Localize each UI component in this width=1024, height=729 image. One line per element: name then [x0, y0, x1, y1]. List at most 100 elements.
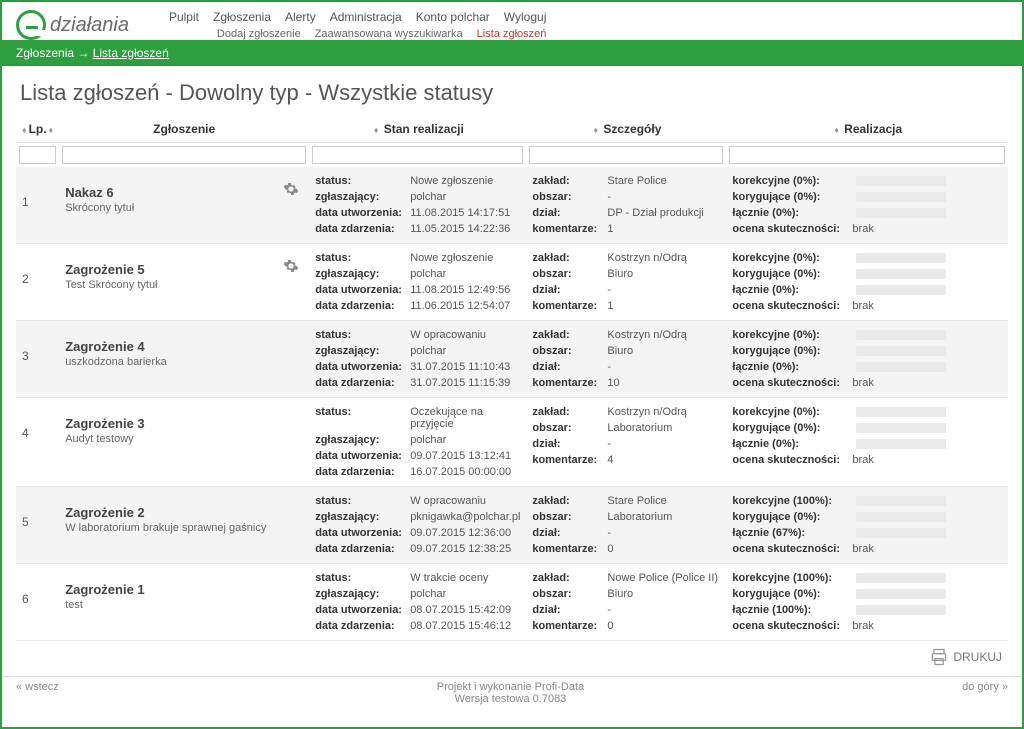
row-status-cell: status:Nowe zgłoszenie zgłaszający:polch…: [309, 244, 526, 321]
row-progress-cell: korekcyjne (100%): korygujące (0%): łącz…: [726, 487, 1008, 564]
issue-title: Zagrożenie 5: [65, 262, 303, 277]
progress-bar: [856, 285, 946, 295]
nav-wyloguj[interactable]: Wyloguj: [504, 10, 547, 24]
progress-bar: [856, 176, 946, 186]
row-status-cell: status:W opracowaniu zgłaszający:polchar…: [309, 321, 526, 398]
footer-actions: DRUKUJ: [2, 641, 1022, 676]
print-button[interactable]: DRUKUJ: [929, 647, 1002, 667]
up-link[interactable]: do góry »: [962, 681, 1008, 705]
gear-icon[interactable]: [283, 258, 299, 277]
col-stan[interactable]: ♦ Stan realizacji: [309, 116, 526, 143]
progress-bar: [856, 346, 946, 356]
logo-icon: [16, 10, 46, 40]
subnav-item[interactable]: Dodaj zgłoszenie: [217, 28, 301, 40]
table-wrap: ♦Lp.♦ Zgłoszenie ♦ Stan realizacji ♦ Szc…: [2, 116, 1022, 641]
progress-bar: [856, 512, 946, 522]
nav-alerty[interactable]: Alerty: [285, 10, 316, 24]
col-zgloszenie[interactable]: Zgłoszenie: [59, 116, 309, 143]
progress-bar: [856, 269, 946, 279]
nav-zgłoszenia[interactable]: Zgłoszenia: [213, 10, 271, 24]
subnav-item[interactable]: Lista zgłoszeń: [477, 28, 547, 40]
progress-bar: [856, 605, 946, 615]
issue-subtitle: Skrócony tytuł: [65, 202, 303, 214]
logo-text: działania: [50, 14, 129, 37]
progress-bar: [856, 589, 946, 599]
progress-bar: [856, 253, 946, 263]
row-title-cell: Zagrożenie 1 test: [59, 564, 309, 641]
breadcrumb-arrow: →: [77, 46, 89, 60]
row-lp: 5: [16, 487, 59, 564]
row-title-cell: Zagrożenie 3 Audyt testowy: [59, 398, 309, 487]
footer-center: Projekt i wykonanie Profi-DataWersja tes…: [59, 681, 962, 705]
table-row[interactable]: 1 Nakaz 6 Skrócony tytuł status:Nowe zgł…: [16, 167, 1008, 244]
row-status-cell: status:W opracowaniu zgłaszający:pknigaw…: [309, 487, 526, 564]
col-realizacja[interactable]: ♦ Realizacja: [726, 116, 1008, 143]
row-lp: 4: [16, 398, 59, 487]
issue-title: Zagrożenie 2: [65, 505, 303, 520]
back-link[interactable]: « wstecz: [16, 681, 59, 705]
progress-bar: [856, 192, 946, 202]
issue-subtitle: Test Skrócony tytuł: [65, 279, 303, 291]
nav-administracja[interactable]: Administracja: [330, 10, 402, 24]
nav-konto polchar[interactable]: Konto polchar: [416, 10, 490, 24]
breadcrumb-current[interactable]: Lista zgłoszeń: [93, 46, 169, 60]
bottom-bar: « wstecz Projekt i wykonanie Profi-DataW…: [2, 676, 1022, 709]
row-status-cell: status:Nowe zgłoszenie zgłaszający:polch…: [309, 167, 526, 244]
row-details-cell: zakład:Kostrzyn n/Odrą obszar:Biuro dzia…: [526, 321, 726, 398]
filter-row: [16, 143, 1008, 168]
gear-icon[interactable]: [283, 181, 299, 200]
row-lp: 6: [16, 564, 59, 641]
breadcrumb-root: Zgłoszenia: [16, 46, 74, 60]
header: działania Pulpit Zgłoszenia Alerty Administ…: [2, 2, 1022, 40]
row-title-cell: Zagrożenie 2 W laboratorium brakuje spra…: [59, 487, 309, 564]
col-lp[interactable]: ♦Lp.♦: [16, 116, 59, 143]
progress-bar: [856, 330, 946, 340]
nav-pulpit[interactable]: Pulpit: [169, 10, 199, 24]
table-row[interactable]: 6 Zagrożenie 1 test status:W trakcie oce…: [16, 564, 1008, 641]
progress-bar: [856, 423, 946, 433]
row-details-cell: zakład:Stare Police obszar:Laboratorium …: [526, 487, 726, 564]
row-status-cell: status:W trakcie oceny zgłaszający:polch…: [309, 564, 526, 641]
row-lp: 2: [16, 244, 59, 321]
col-szczegoly[interactable]: ♦ Szczegóły: [526, 116, 726, 143]
filter-lp[interactable]: [19, 146, 56, 164]
row-details-cell: zakład:Stare Police obszar:- dział:DP - …: [526, 167, 726, 244]
issue-subtitle: test: [65, 599, 303, 611]
breadcrumb: Zgłoszenia → Lista zgłoszeń: [2, 40, 1022, 66]
page-title: Lista zgłoszeń - Dowolny typ - Wszystkie…: [2, 66, 1022, 116]
progress-bar: [856, 439, 946, 449]
nav-main: Pulpit Zgłoszenia Alerty Administracja Konto…: [169, 10, 546, 24]
row-progress-cell: korekcyjne (0%): korygujące (0%): łączni…: [726, 398, 1008, 487]
header-row: ♦Lp.♦ Zgłoszenie ♦ Stan realizacji ♦ Szc…: [16, 116, 1008, 143]
table-row[interactable]: 2 Zagrożenie 5 Test Skrócony tytuł statu…: [16, 244, 1008, 321]
nav: Pulpit Zgłoszenia Alerty Administracja Konto…: [169, 10, 546, 40]
issue-title: Zagrożenie 1: [65, 582, 303, 597]
table-row[interactable]: 4 Zagrożenie 3 Audyt testowy status:Ocze…: [16, 398, 1008, 487]
issue-subtitle: uszkodzona barierka: [65, 356, 303, 368]
row-details-cell: zakład:Kostrzyn n/Odrą obszar:Biuro dzia…: [526, 244, 726, 321]
issue-subtitle: Audyt testowy: [65, 433, 303, 445]
progress-bar: [856, 528, 946, 538]
progress-bar: [856, 573, 946, 583]
row-title-cell: Zagrożenie 5 Test Skrócony tytuł: [59, 244, 309, 321]
subnav-item[interactable]: Zaawansowana wyszukiwarka: [315, 28, 463, 40]
row-title-cell: Zagrożenie 4 uszkodzona barierka: [59, 321, 309, 398]
row-lp: 1: [16, 167, 59, 244]
filter-zgloszenie[interactable]: [62, 146, 306, 164]
row-details-cell: zakład:Nowe Police (Police II) obszar:Bi…: [526, 564, 726, 641]
row-progress-cell: korekcyjne (100%): korygujące (0%): łącz…: [726, 564, 1008, 641]
nav-sub: Dodaj zgłoszenie Zaawansowana wyszukiwark…: [169, 28, 546, 40]
progress-bar: [856, 208, 946, 218]
filter-realizacja[interactable]: [729, 146, 1005, 164]
logo[interactable]: działania: [16, 10, 129, 40]
filter-szczegoly[interactable]: [529, 146, 723, 164]
table-row[interactable]: 5 Zagrożenie 2 W laboratorium brakuje sp…: [16, 487, 1008, 564]
row-status-cell: status:Oczekujące na przyjęcie zgłaszają…: [309, 398, 526, 487]
issue-title: Nakaz 6: [65, 185, 303, 200]
filter-stan[interactable]: [312, 146, 523, 164]
table-row[interactable]: 3 Zagrożenie 4 uszkodzona barierka statu…: [16, 321, 1008, 398]
row-lp: 3: [16, 321, 59, 398]
row-progress-cell: korekcyjne (0%): korygujące (0%): łączni…: [726, 321, 1008, 398]
issue-title: Zagrożenie 3: [65, 416, 303, 431]
issues-table: ♦Lp.♦ Zgłoszenie ♦ Stan realizacji ♦ Szc…: [16, 116, 1008, 641]
